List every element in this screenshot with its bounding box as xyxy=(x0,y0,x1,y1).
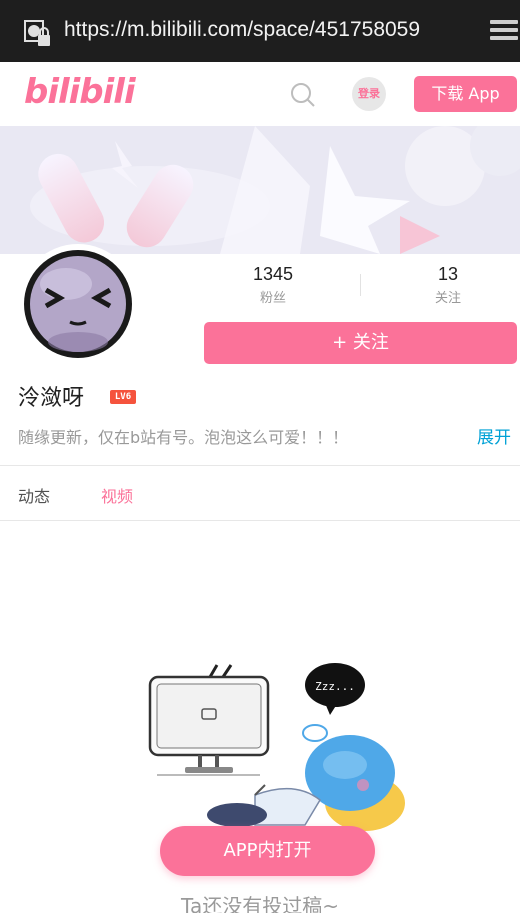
fans-stat[interactable]: 1345 粉丝 xyxy=(223,264,323,306)
sleep-bubble-text: Zzz... xyxy=(315,680,355,693)
lock-icon xyxy=(24,20,50,46)
avatar-image xyxy=(24,250,132,358)
banner-art xyxy=(0,126,520,254)
username: 泠潋呀 xyxy=(18,386,85,411)
login-button[interactable]: 登录 xyxy=(352,77,386,111)
divider xyxy=(0,465,520,466)
browser-url-bar: https://m.bilibili.com/space/451758059 xyxy=(0,0,520,62)
profile-banner xyxy=(0,126,520,254)
following-label: 关注 xyxy=(434,291,461,306)
avatar[interactable] xyxy=(18,244,138,364)
search-icon[interactable] xyxy=(290,82,316,108)
fans-count: 1345 xyxy=(252,264,294,284)
divider xyxy=(0,520,520,521)
site-header: bilibili 登录 下载 App xyxy=(0,62,520,126)
fans-label: 粉丝 xyxy=(259,291,286,306)
tab-dynamic[interactable]: 动态 xyxy=(18,483,50,507)
empty-state-illustration: Zzz... xyxy=(148,663,405,831)
bio-text: 随缘更新，仅在b站有号。泡泡这么可爱！！！ xyxy=(18,428,349,447)
follow-button[interactable]: + 关注 xyxy=(204,322,517,364)
following-count: 13 xyxy=(437,264,459,284)
stat-divider xyxy=(360,274,361,296)
empty-state-message: Ta还没有投过稿~ xyxy=(181,894,339,913)
following-stat[interactable]: 13 关注 xyxy=(398,264,498,306)
download-app-button[interactable]: 下载 App xyxy=(414,76,517,112)
level-badge: LV6 xyxy=(110,390,136,404)
menu-icon[interactable] xyxy=(490,20,518,44)
tab-video[interactable]: 视频 xyxy=(101,483,133,507)
open-in-app-button[interactable]: APP内打开 xyxy=(160,826,375,876)
expand-bio-link[interactable]: 展开 xyxy=(477,423,511,448)
bilibili-logo[interactable]: bilibili xyxy=(24,72,136,112)
url-field[interactable]: https://m.bilibili.com/space/451758059 xyxy=(64,18,420,42)
